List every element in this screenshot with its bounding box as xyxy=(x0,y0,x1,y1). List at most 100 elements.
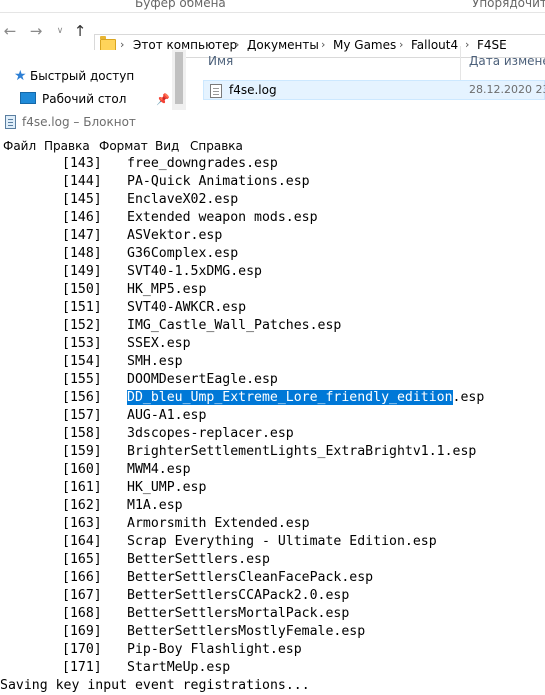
navigation-pane-scrollbar[interactable] xyxy=(172,50,186,110)
plugin-index: [170] xyxy=(62,642,102,657)
column-header-date-modified[interactable]: Дата изменен xyxy=(469,54,545,68)
plugin-index: [151] xyxy=(62,300,102,315)
plugin-name: IMG_Castle_Wall_Patches.esp xyxy=(127,318,342,333)
plugin-name: PA-Quick Animations.esp xyxy=(127,174,310,189)
log-line: [161] HK_UMP.esp xyxy=(0,479,206,497)
plugin-index: [148] xyxy=(62,246,102,261)
plugin-index: [166] xyxy=(62,570,102,585)
plugin-name: MWM4.esp xyxy=(127,462,191,477)
menu-help[interactable]: Справка xyxy=(190,139,243,153)
plugin-index: [153] xyxy=(62,336,102,351)
quick-access-label: Быстрый доступ xyxy=(30,69,135,83)
notepad-title-bar[interactable]: f4se.log – Блокнот xyxy=(0,110,545,136)
plugin-name: DOOMDesertEagle.esp xyxy=(127,372,278,387)
plugin-name: Pip-Boy Flashlight.esp xyxy=(127,642,302,657)
desktop-label: Рабочий стол xyxy=(42,92,127,106)
plugin-index: [154] xyxy=(62,354,102,369)
log-line: [159] BrighterSettlementLights_ExtraBrigh… xyxy=(0,443,476,461)
menu-edit[interactable]: Правка xyxy=(44,139,90,153)
plugin-name: Scrap Everything - Ultimate Edition.esp xyxy=(127,534,437,549)
plugin-name: 3dscopes-replacer.esp xyxy=(127,426,294,441)
quick-access-item[interactable]: ★ Быстрый доступ xyxy=(14,68,134,86)
menu-view[interactable]: Вид xyxy=(155,139,179,153)
log-line: [167] BetterSettlersCCAPack2.0.esp xyxy=(0,587,349,605)
log-line: [145] EnclaveX02.esp xyxy=(0,191,238,209)
log-line: [144] PA-Quick Animations.esp xyxy=(0,173,310,191)
plugin-index: [159] xyxy=(62,444,102,459)
plugin-index: [161] xyxy=(62,480,102,495)
log-line: [162] M1A.esp xyxy=(0,497,183,515)
plugin-name: EnclaveX02.esp xyxy=(127,192,239,207)
file-row[interactable]: f4se.log 28.12.2020 23:3 xyxy=(203,80,545,100)
text-editor[interactable]: [143] free_downgrades.esp [144] PA-Quick An… xyxy=(0,156,545,695)
plugin-index: [147] xyxy=(62,228,102,243)
plugin-name: ASVektor.esp xyxy=(127,228,223,243)
star-icon: ★ xyxy=(14,68,27,84)
log-line: [149] SVT40-1.5xDMG.esp xyxy=(0,263,262,281)
file-explorer-window: Буфер обмена Упорядочить ← → ∨ ↑ › Этот … xyxy=(0,0,545,110)
plugin-index: [146] xyxy=(62,210,102,225)
menu-bar: Файл Правка Формат Вид Справка xyxy=(0,136,545,156)
log-line: [147] ASVektor.esp xyxy=(0,227,222,245)
plugin-name: Extended weapon mods.esp xyxy=(127,210,318,225)
plugin-index: [150] xyxy=(62,282,102,297)
log-line: [146] Extended weapon mods.esp xyxy=(0,209,318,227)
column-divider[interactable] xyxy=(460,46,461,80)
plugin-name: SMH.esp xyxy=(127,354,183,369)
desktop-icon xyxy=(20,92,36,104)
recent-locations-chevron-icon[interactable]: ∨ xyxy=(52,22,68,40)
plugin-index: [145] xyxy=(62,192,102,207)
plugin-index: [143] xyxy=(62,156,102,171)
plugin-name: free_downgrades.esp xyxy=(127,156,278,171)
plugin-name: SVT40-1.5xDMG.esp xyxy=(127,264,262,279)
log-line: [158] 3dscopes-replacer.esp xyxy=(0,425,294,443)
log-line: [171] StartMeUp.esp xyxy=(0,659,230,677)
log-line: [156] DD_bleu_Ump_Extreme_Lore_friendly_e… xyxy=(0,389,484,407)
back-arrow-icon[interactable]: ← xyxy=(2,22,18,40)
plugin-index: [155] xyxy=(62,372,102,387)
plugin-name: HK_MP5.esp xyxy=(127,282,207,297)
selected-text[interactable]: DD_bleu_Ump_Extreme_Lore_friendly_editio… xyxy=(127,390,453,405)
plugin-index: [168] xyxy=(62,606,102,621)
scrollbar-thumb[interactable] xyxy=(175,52,183,104)
log-line: [148] G36Complex.esp xyxy=(0,245,238,263)
log-line-last: Saving key input event registrations... xyxy=(0,678,310,693)
plugin-extension: .esp xyxy=(452,390,485,405)
file-name: f4se.log xyxy=(229,83,277,97)
menu-file[interactable]: Файл xyxy=(3,139,36,153)
log-line: [157] AUG-A1.esp xyxy=(0,407,206,425)
log-line: [152] IMG_Castle_Wall_Patches.esp xyxy=(0,317,341,335)
plugin-name: BrighterSettlementLights_ExtraBrightv1.1… xyxy=(127,444,477,459)
plugin-name: BetterSettlersMostlyFemale.esp xyxy=(127,624,366,639)
ribbon-group-labels: Буфер обмена Упорядочить xyxy=(0,0,545,13)
window-title: f4se.log – Блокнот xyxy=(22,115,136,129)
menu-format[interactable]: Формат xyxy=(99,139,148,153)
notepad-icon xyxy=(5,115,16,129)
plugin-name: HK_UMP.esp xyxy=(127,480,207,495)
log-line: [163] Armorsmith Extended.esp xyxy=(0,515,310,533)
log-line: [143] free_downgrades.esp xyxy=(0,156,278,173)
plugin-index: [164] xyxy=(62,534,102,549)
plugin-index: [163] xyxy=(62,516,102,531)
log-line: [169] BetterSettlersMostlyFemale.esp xyxy=(0,623,365,641)
log-line: [150] HK_MP5.esp xyxy=(0,281,206,299)
plugin-name: M1A.esp xyxy=(127,498,183,513)
desktop-item[interactable]: Рабочий стол xyxy=(20,92,126,110)
plugin-index: [162] xyxy=(62,498,102,513)
plugin-index: [169] xyxy=(62,624,102,639)
plugin-name: SSEX.esp xyxy=(127,336,191,351)
plugin-name: BetterSettlersCleanFacePack.esp xyxy=(127,570,374,585)
log-line: [153] SSEX.esp xyxy=(0,335,191,353)
log-line: [155] DOOMDesertEagle.esp xyxy=(0,371,278,389)
plugin-index: [167] xyxy=(62,588,102,603)
column-header-name[interactable]: Имя xyxy=(208,54,233,68)
log-line: [164] Scrap Everything - Ultimate Edition… xyxy=(0,533,437,551)
plugin-index: [156] xyxy=(62,390,102,405)
forward-arrow-icon[interactable]: → xyxy=(28,22,44,40)
ribbon-organize-label: Упорядочить xyxy=(472,0,545,10)
plugin-name: BetterSettlers.esp xyxy=(127,552,270,567)
up-arrow-icon[interactable]: ↑ xyxy=(72,22,88,40)
plugin-index: [157] xyxy=(62,408,102,423)
plugin-name: Armorsmith Extended.esp xyxy=(127,516,310,531)
plugin-index: [149] xyxy=(62,264,102,279)
